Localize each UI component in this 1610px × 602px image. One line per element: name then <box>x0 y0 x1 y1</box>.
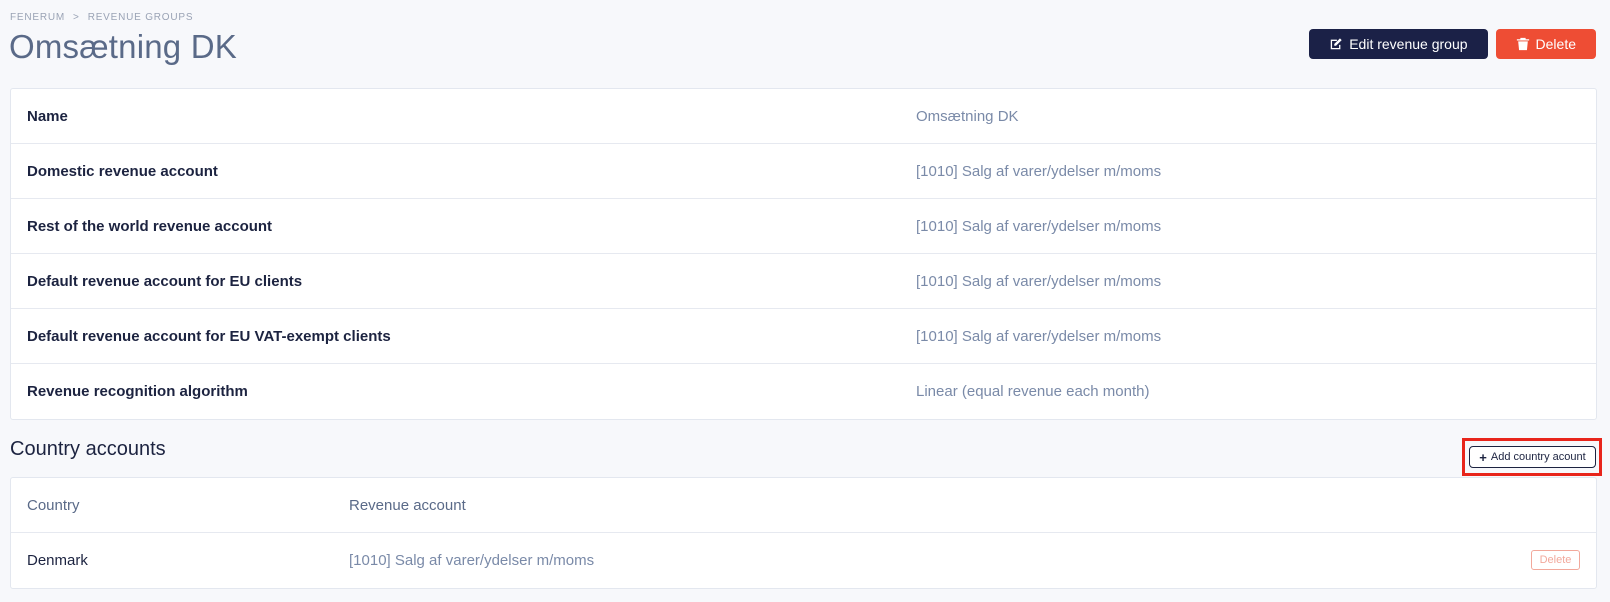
detail-label: Revenue recognition algorithm <box>27 383 248 400</box>
detail-row: Name Omsætning DK <box>11 89 1596 144</box>
detail-row: Default revenue account for EU VAT-exemp… <box>11 309 1596 364</box>
delete-button[interactable]: Delete <box>1495 29 1596 59</box>
detail-value: [1010] Salg af varer/ydelser m/moms <box>916 272 1162 290</box>
table-row: Denmark [1010] Salg af varer/ydelser m/m… <box>11 533 1596 588</box>
delete-button-label: Delete <box>1535 36 1576 52</box>
detail-value: Omsætning DK <box>916 107 1019 125</box>
detail-label: Name <box>27 107 68 125</box>
header-actions: Edit revenue group Delete <box>1309 29 1596 59</box>
revenue-group-page: FENERUM > REVENUE GROUPS Omsætning DK Ed… <box>0 0 1610 602</box>
country-accounts-table: Country Revenue account Denmark [1010] S… <box>10 477 1597 589</box>
details-card: Name Omsætning DK Domestic revenue accou… <box>10 88 1597 420</box>
country-accounts-title: Country accounts <box>10 438 166 460</box>
detail-value: [1010] Salg af varer/ydelser m/moms <box>916 162 1162 180</box>
edit-button-label: Edit revenue group <box>1349 36 1468 52</box>
plus-icon: + <box>1479 449 1487 465</box>
detail-row: Rest of the world revenue account [1010]… <box>11 199 1596 254</box>
delete-country-account-button[interactable]: Delete <box>1531 550 1580 570</box>
page-title: Omsætning DK <box>9 28 237 65</box>
detail-row: Revenue recognition algorithm Linear (eq… <box>11 364 1596 419</box>
detail-value: [1010] Salg af varer/ydelser m/moms <box>916 217 1162 235</box>
revenue-account-cell: [1010] Salg af varer/ydelser m/moms <box>349 552 595 569</box>
column-header-revenue-account: Revenue account <box>349 496 466 514</box>
add-country-account-button[interactable]: + Add country acount <box>1469 446 1596 468</box>
add-country-account-label: Add country acount <box>1490 451 1586 463</box>
table-header: Country Revenue account <box>11 478 1596 533</box>
breadcrumb-separator: > <box>73 12 80 23</box>
detail-label: Default revenue account for EU VAT-exemp… <box>27 327 391 345</box>
detail-label: Domestic revenue account <box>27 162 218 180</box>
detail-label: Rest of the world revenue account <box>27 217 273 235</box>
breadcrumb-root[interactable]: FENERUM <box>10 12 65 23</box>
edit-revenue-group-button[interactable]: Edit revenue group <box>1309 29 1488 59</box>
detail-label: Default revenue account for EU clients <box>27 272 303 290</box>
detail-row: Default revenue account for EU clients [… <box>11 254 1596 309</box>
edit-icon <box>1330 38 1342 50</box>
country-cell: Denmark <box>27 552 88 569</box>
breadcrumb: FENERUM > REVENUE GROUPS <box>10 12 193 23</box>
detail-row: Domestic revenue account [1010] Salg af … <box>11 144 1596 199</box>
breadcrumb-current[interactable]: REVENUE GROUPS <box>88 12 194 23</box>
column-header-country: Country <box>27 496 80 514</box>
detail-value: Linear (equal revenue each month) <box>916 383 1150 400</box>
detail-value: [1010] Salg af varer/ydelser m/moms <box>916 327 1162 345</box>
trash-icon <box>1516 37 1529 51</box>
